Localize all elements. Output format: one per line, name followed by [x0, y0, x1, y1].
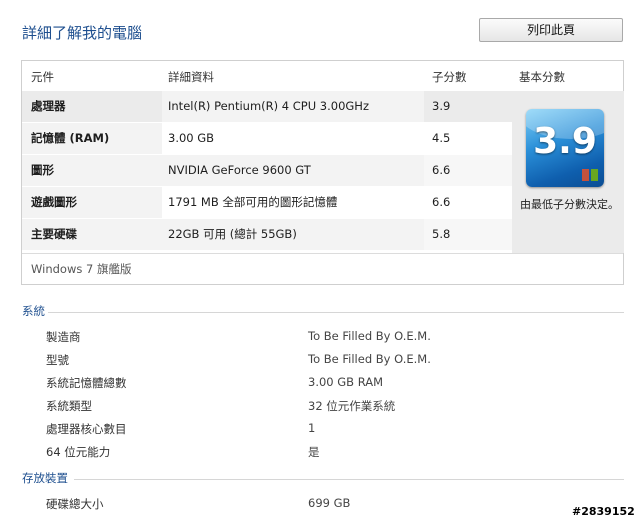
row-subscore: 5.8	[424, 219, 512, 250]
row-subscore: 3.9	[424, 91, 512, 122]
table-row: 記憶體 (RAM) 3.00 GB 4.5	[22, 123, 512, 154]
system-value: 32 位元作業系統	[308, 399, 396, 413]
system-key: 64 位元能力	[46, 445, 111, 459]
row-details: Intel(R) Pentium(R) 4 CPU 3.00GHz	[162, 91, 424, 122]
row-details: 1791 MB 全部可用的圖形記憶體	[162, 187, 424, 218]
storage-value: 699 GB	[308, 496, 351, 510]
base-score-badge: 3.9	[526, 109, 604, 187]
print-page-button[interactable]: 列印此頁	[479, 18, 623, 42]
system-value: 3.00 GB RAM	[308, 375, 384, 389]
system-key: 型號	[46, 353, 69, 367]
row-component: 圖形	[22, 155, 162, 186]
windows-edition: Windows 7 旗艦版	[31, 262, 132, 276]
row-details: 3.00 GB	[162, 123, 424, 154]
system-key: 系統記憶體總數	[46, 376, 127, 390]
section-divider	[74, 479, 624, 480]
row-subscore: 6.6	[424, 187, 512, 218]
watermark: #2839152	[572, 505, 635, 518]
windows-logo-icon	[582, 169, 598, 181]
system-value: To Be Filled By O.E.M.	[308, 329, 431, 343]
row-component: 主要硬碟	[22, 219, 162, 250]
header-subscore: 子分數	[432, 70, 467, 84]
system-key: 系統類型	[46, 399, 92, 413]
system-key: 製造商	[46, 330, 81, 344]
header-base-score: 基本分數	[519, 70, 565, 84]
storage-section-heading: 存放裝置	[22, 471, 68, 485]
system-value: 是	[308, 445, 320, 459]
row-subscore: 6.6	[424, 155, 512, 186]
divider	[22, 253, 623, 254]
header-component: 元件	[31, 70, 54, 84]
table-row: 主要硬碟 22GB 可用 (總計 55GB) 5.8	[22, 219, 512, 250]
system-key: 處理器核心數目	[46, 422, 127, 436]
page-title: 詳細了解我的電腦	[22, 24, 143, 42]
row-component: 遊戲圖形	[22, 187, 162, 218]
header-details: 詳細資料	[168, 70, 214, 84]
section-divider	[48, 312, 624, 313]
base-score-caption: 由最低子分數決定。	[520, 198, 619, 211]
rating-panel: 元件 詳細資料 子分數 基本分數 處理器 Intel(R) Pentium(R)…	[21, 60, 624, 285]
base-score-box: 3.9 由最低子分數決定。	[512, 91, 624, 253]
table-row: 遊戲圖形 1791 MB 全部可用的圖形記憶體 6.6	[22, 187, 512, 218]
row-subscore: 4.5	[424, 123, 512, 154]
system-value: 1	[308, 421, 316, 435]
row-component: 記憶體 (RAM)	[22, 123, 162, 154]
base-score-value: 3.9	[533, 121, 597, 162]
row-details: 22GB 可用 (總計 55GB)	[162, 219, 424, 250]
system-section-heading: 系統	[22, 304, 45, 318]
row-details: NVIDIA GeForce 9600 GT	[162, 155, 424, 186]
table-row: 處理器 Intel(R) Pentium(R) 4 CPU 3.00GHz 3.…	[22, 91, 512, 122]
row-component: 處理器	[22, 91, 162, 122]
system-value: To Be Filled By O.E.M.	[308, 352, 431, 366]
storage-key: 硬碟總大小	[46, 497, 104, 511]
table-row: 圖形 NVIDIA GeForce 9600 GT 6.6	[22, 155, 512, 186]
